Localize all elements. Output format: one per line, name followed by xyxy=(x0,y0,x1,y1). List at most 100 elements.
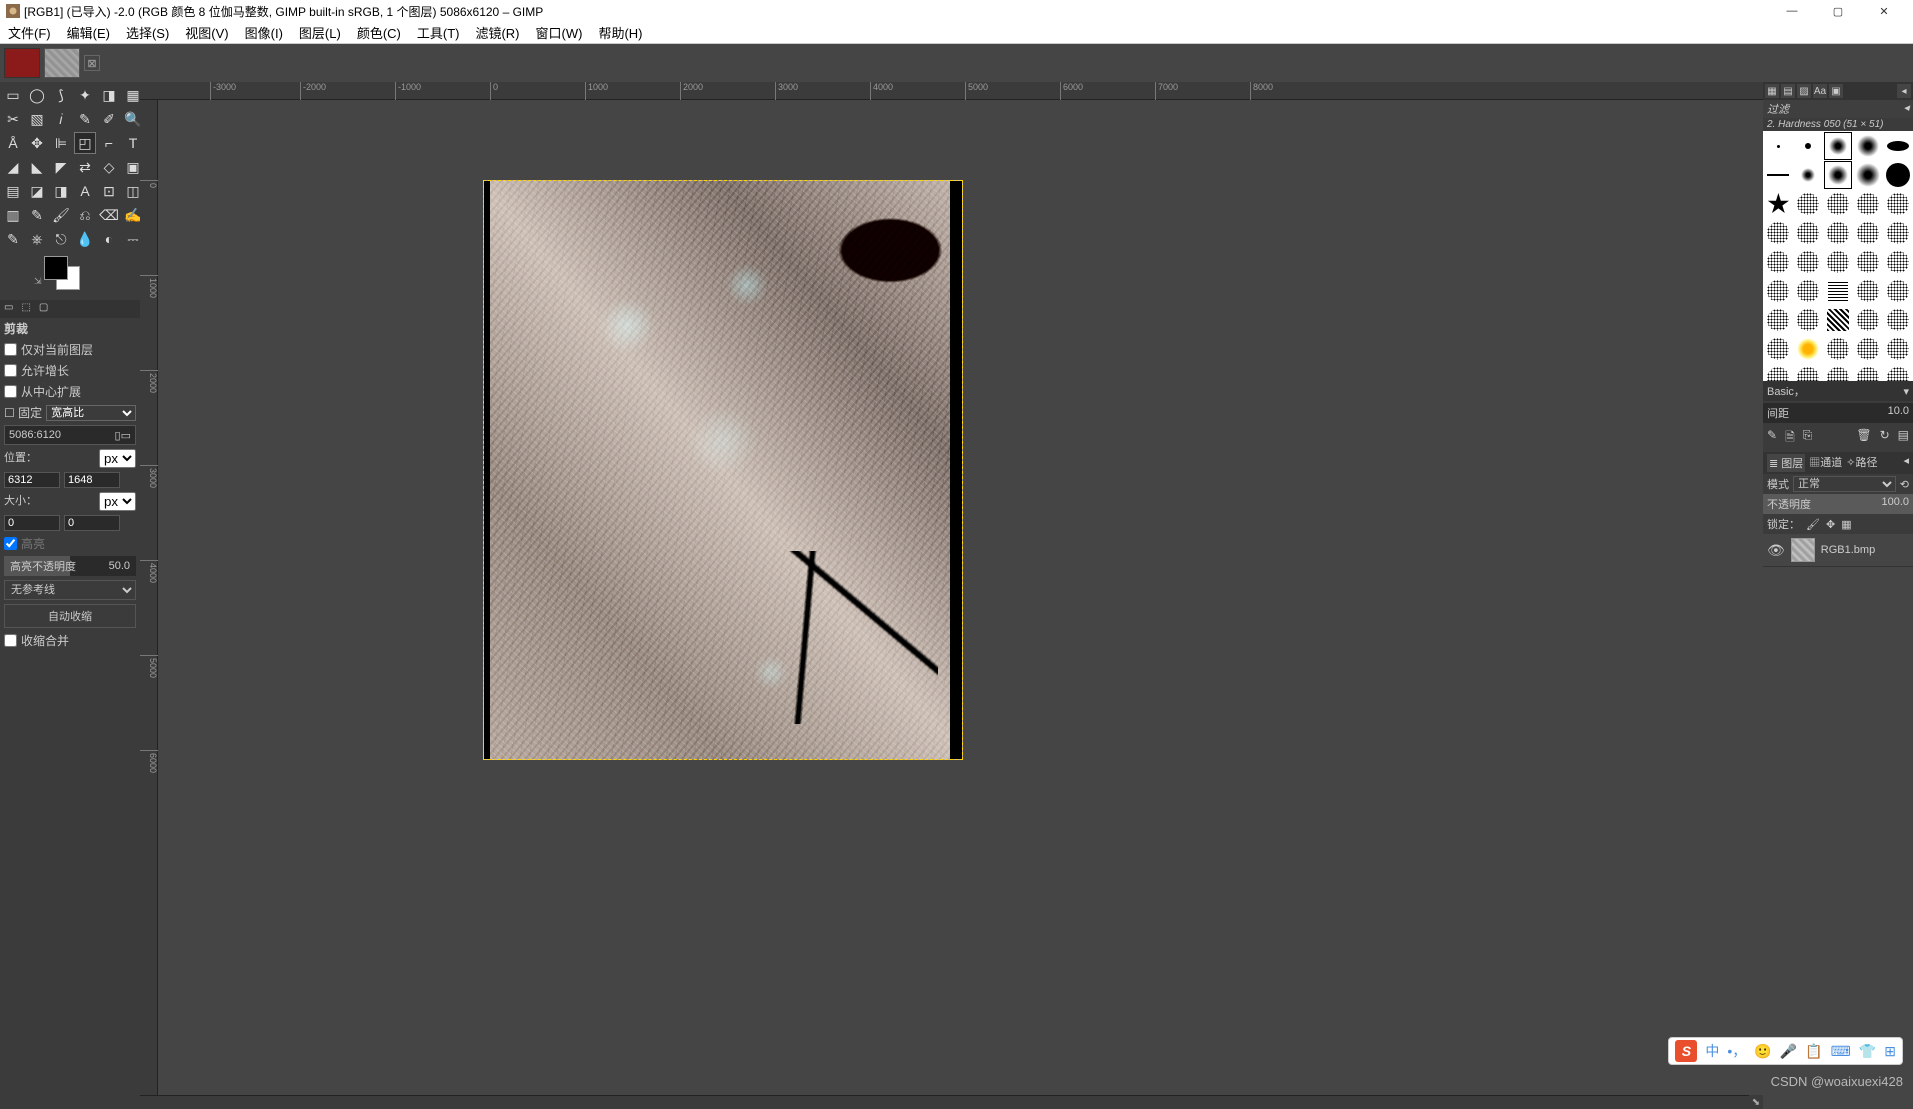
color-picker-tool[interactable]: 𝑖 xyxy=(50,108,72,130)
ime-kbd-icon[interactable]: ⌨ xyxy=(1831,1043,1851,1060)
gradient-tool[interactable]: ▥ xyxy=(2,204,24,226)
rect-select-tool[interactable]: ▭ xyxy=(2,84,24,106)
foreground-tool[interactable]: ✂ xyxy=(2,108,24,130)
autoshrink-button[interactable]: 自动收缩 xyxy=(4,604,136,628)
brush-item[interactable] xyxy=(1853,364,1882,381)
ime-clip-icon[interactable]: 📋 xyxy=(1805,1043,1822,1060)
brush-edit-icon[interactable]: ✎ xyxy=(1767,428,1777,449)
bucket-tool[interactable]: ◪ xyxy=(26,180,48,202)
drop-tool[interactable]: 💧 xyxy=(74,228,96,250)
heal-tool[interactable]: ⌫ xyxy=(98,204,120,226)
menu-image[interactable]: 图像(I) xyxy=(237,22,291,43)
shear-tool[interactable]: ◣ xyxy=(26,156,48,178)
blur-tool[interactable]: ✎ xyxy=(2,228,24,250)
brush-item[interactable] xyxy=(1764,161,1793,189)
brush-item[interactable] xyxy=(1794,132,1823,160)
extra-tool-1[interactable]: ◐ xyxy=(98,228,120,250)
tab-channels[interactable]: ▦通道 xyxy=(1809,454,1842,472)
ime-emoji-icon[interactable]: 🙂 xyxy=(1754,1043,1771,1060)
layer-mode-reset-icon[interactable]: ⟲ xyxy=(1900,478,1909,491)
opt-size-x[interactable] xyxy=(4,515,60,531)
dock-tab-4[interactable]: Aа xyxy=(1813,84,1827,98)
brush-item-selected[interactable] xyxy=(1824,161,1853,189)
opt-allow-grow[interactable]: 允许增长 xyxy=(0,360,140,381)
brush-item[interactable] xyxy=(1883,306,1912,334)
swap-colors-icon[interactable]: ⇲ xyxy=(34,276,42,287)
maximize-button[interactable]: ▢ xyxy=(1815,0,1861,22)
brush-item[interactable] xyxy=(1824,306,1853,334)
bycolor-select-tool[interactable]: ◨ xyxy=(98,84,120,106)
fg-bg-colors[interactable]: ⇲ xyxy=(4,256,136,296)
foreground-color[interactable] xyxy=(44,256,68,280)
blend-tool[interactable]: ◨ xyxy=(50,180,72,202)
brush-item[interactable] xyxy=(1824,132,1853,160)
ruler-vertical[interactable]: 0 1000 2000 3000 4000 5000 6000 xyxy=(140,100,158,1095)
fuzzy-select-tool[interactable]: ✦ xyxy=(74,84,96,106)
paint-tool[interactable]: ⊡ xyxy=(98,180,120,202)
scrollbar-horizontal[interactable] xyxy=(140,1095,1763,1109)
brush-open-icon[interactable]: ▤ xyxy=(1898,428,1909,449)
brush-item[interactable] xyxy=(1853,190,1882,218)
opt-from-center[interactable]: 从中心扩展 xyxy=(0,381,140,402)
layout-tool[interactable]: ⊫ xyxy=(50,132,72,154)
opt-highlight-opacity[interactable]: 高亮不透明度 50.0 xyxy=(4,556,136,576)
image-tab-1[interactable] xyxy=(4,48,40,78)
opt-current-layer[interactable]: 仅对当前图层 xyxy=(0,339,140,360)
rotate-tool[interactable]: ⌐ xyxy=(98,132,120,154)
dock-tab-3[interactable]: ▨ xyxy=(1797,84,1811,98)
brush-item[interactable] xyxy=(1794,219,1823,247)
scale-tool[interactable]: ◢ xyxy=(2,156,24,178)
airbrush-tool[interactable]: ✎ xyxy=(26,204,48,226)
layers-menu-icon[interactable]: ◂ xyxy=(1903,454,1909,472)
brushes-filter-menu-icon[interactable]: ◂ xyxy=(1903,101,1909,117)
brush-item[interactable] xyxy=(1824,248,1853,276)
ime-toolbar[interactable]: S 中 •， 🙂 🎤 📋 ⌨ 👕 ⊞ xyxy=(1668,1037,1903,1065)
lock-position-icon[interactable]: ✥ xyxy=(1826,518,1835,531)
layer-visibility-icon[interactable]: 👁 xyxy=(1767,542,1785,559)
dock-tab-5[interactable]: ▣ xyxy=(1829,84,1843,98)
flip-tool[interactable]: ⇄ xyxy=(74,156,96,178)
brush-preset-select[interactable]: Basic，▾ xyxy=(1763,381,1913,401)
crop-tool[interactable]: ◰ xyxy=(74,132,96,154)
opt-pos-y[interactable] xyxy=(64,472,120,488)
menu-edit[interactable]: 编辑(E) xyxy=(59,22,118,43)
brush-item[interactable] xyxy=(1853,277,1882,305)
opt-shrink-merged[interactable]: 收缩合并 xyxy=(0,630,140,651)
brush-item[interactable] xyxy=(1883,335,1912,363)
dock-tab-1[interactable]: ▦ xyxy=(1765,84,1779,98)
layer-mode-select[interactable]: 正常 xyxy=(1793,476,1896,492)
layer-item[interactable]: 👁 RGB1.bmp xyxy=(1763,534,1913,567)
dock-tab-menu-icon[interactable]: ◂ xyxy=(1897,84,1911,98)
measure-tool[interactable]: ✐ xyxy=(98,108,120,130)
brush-item[interactable] xyxy=(1764,132,1793,160)
brush-item[interactable] xyxy=(1883,277,1912,305)
brush-item[interactable] xyxy=(1853,248,1882,276)
ime-logo-icon[interactable]: S xyxy=(1675,1040,1697,1062)
tab-paths[interactable]: ✧路径 xyxy=(1846,454,1877,472)
brush-item[interactable] xyxy=(1824,277,1853,305)
brush-item[interactable] xyxy=(1794,364,1823,381)
brush-item[interactable] xyxy=(1853,335,1882,363)
navigation-icon[interactable]: ⬊ xyxy=(1749,1095,1763,1109)
tab-layers[interactable]: ≣ 图层 xyxy=(1767,454,1805,472)
opt-position-unit[interactable]: px xyxy=(99,449,136,468)
tool-options-tab-2[interactable]: ⬚ xyxy=(17,300,34,318)
image-viewport[interactable] xyxy=(158,100,1763,1095)
dock-tab-2[interactable]: ▤ xyxy=(1781,84,1795,98)
ime-skin-icon[interactable]: 👕 xyxy=(1859,1043,1876,1060)
tool-options-tab-1[interactable]: ▭ xyxy=(0,300,17,318)
ime-mic-icon[interactable]: 🎤 xyxy=(1780,1043,1797,1060)
opt-pos-x[interactable] xyxy=(4,472,60,488)
menu-view[interactable]: 视图(V) xyxy=(177,22,236,43)
menu-select[interactable]: 选择(S) xyxy=(118,22,177,43)
opt-fixed-mode[interactable]: 宽高比 xyxy=(46,405,136,421)
menu-windows[interactable]: 窗口(W) xyxy=(528,22,591,43)
brush-item[interactable] xyxy=(1794,190,1823,218)
free-select-tool[interactable]: ⟆ xyxy=(50,84,72,106)
layer-name[interactable]: RGB1.bmp xyxy=(1821,544,1875,556)
text-tool[interactable]: ▤ xyxy=(2,180,24,202)
menu-layer[interactable]: 图层(L) xyxy=(291,22,349,43)
brush-item[interactable] xyxy=(1883,132,1912,160)
brush-item[interactable] xyxy=(1764,248,1793,276)
ellipse-select-tool[interactable]: ◯ xyxy=(26,84,48,106)
